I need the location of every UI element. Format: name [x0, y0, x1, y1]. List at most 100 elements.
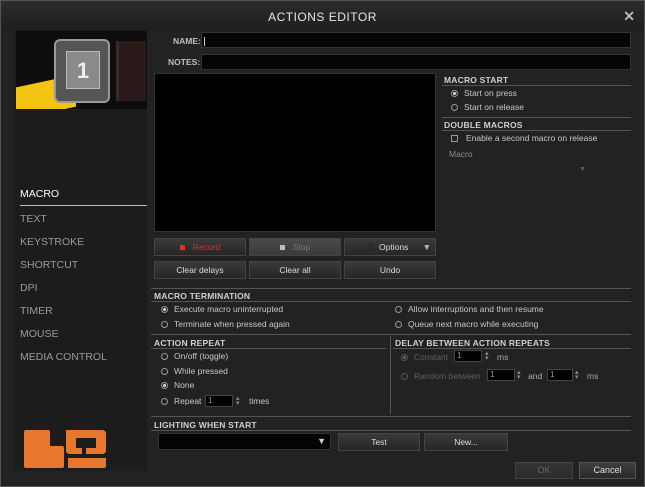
repeat-count-label: Repeat [174, 396, 202, 406]
notes-field[interactable] [201, 54, 631, 70]
macro-editor[interactable] [154, 73, 436, 232]
spinner-arrows-icon[interactable]: ▴ ▾ [485, 350, 489, 362]
start-on-press-radio[interactable]: Start on press [451, 88, 517, 98]
record-button[interactable]: Record [154, 238, 246, 256]
terminate-pressed-again-radio[interactable]: Terminate when pressed again [161, 319, 290, 329]
brand-logo [24, 430, 106, 468]
enable-second-macro-label: Enable a second macro on release [466, 133, 598, 143]
options-button[interactable]: Options ▼ [344, 238, 436, 256]
undo-button[interactable]: Undo [344, 261, 436, 279]
spinner-arrows-icon[interactable]: ▴ ▾ [575, 369, 579, 381]
divider [442, 117, 631, 118]
macro-dropdown-arrow-icon[interactable]: ▼ [579, 166, 586, 173]
repeat-none-label: None [174, 380, 195, 390]
nav-item-timer[interactable]: TIMER [20, 300, 147, 323]
allow-interruptions-radio[interactable]: Allow interruptions and then resume [395, 304, 544, 314]
execute-uninterrupted-radio[interactable]: Execute macro uninterrupted [161, 304, 283, 314]
repeat-none-radio[interactable]: None [161, 380, 194, 390]
macro-label: Macro [449, 149, 473, 159]
stop-icon [279, 245, 285, 250]
macro-termination-title: MACRO TERMINATION [154, 291, 251, 301]
repeat-count-spinner[interactable]: 1 [205, 395, 233, 407]
divider [151, 348, 386, 349]
divider [151, 334, 631, 335]
nav-item-dpi[interactable]: DPI [20, 277, 147, 300]
spinner-arrows-icon[interactable]: ▴ ▾ [236, 395, 240, 407]
notes-label: NOTES: [168, 57, 201, 67]
select-arrow-icon: ▼ [317, 436, 326, 446]
radio-icon [395, 306, 402, 313]
action-type-nav: MACRO TEXT KEYSTROKE SHORTCUT DPI TIMER … [20, 183, 147, 369]
radio-selected-icon [161, 306, 168, 313]
lighting-title: LIGHTING WHEN START [154, 420, 257, 430]
enable-second-macro-checkbox[interactable]: Enable a second macro on release [451, 133, 597, 143]
radio-icon [395, 321, 402, 328]
test-lighting-button[interactable]: Test [338, 433, 420, 451]
stop-label: Stop [292, 242, 311, 252]
radio-icon [451, 104, 458, 111]
close-icon[interactable]: ✕ [623, 8, 635, 25]
constant-delay-spinner[interactable]: 1 [454, 350, 482, 362]
name-field[interactable] [201, 32, 631, 48]
macro-start-title: MACRO START [444, 75, 509, 85]
nav-item-mouse[interactable]: MOUSE [20, 323, 147, 346]
ok-button[interactable]: OK [515, 462, 573, 479]
key-thumbnail: 1 [16, 31, 147, 109]
radio-selected-icon [161, 382, 168, 389]
random-delay-radio[interactable]: Random between [401, 371, 481, 381]
clear-delays-button[interactable]: Clear delays [154, 261, 246, 279]
stop-button[interactable]: Stop [249, 238, 341, 256]
nav-item-keystroke[interactable]: KEYSTROKE [20, 231, 147, 254]
lighting-select[interactable]: ▼ [158, 433, 331, 450]
repeat-count-radio[interactable]: Repeat [161, 396, 201, 406]
record-icon [179, 245, 185, 250]
radio-icon [401, 373, 408, 380]
record-label: Record [192, 242, 221, 252]
options-label: Options [379, 242, 409, 252]
radio-selected-icon [451, 90, 458, 97]
clear-all-button[interactable]: Clear all [249, 261, 341, 279]
divider [151, 416, 631, 417]
divider [442, 85, 631, 86]
queue-next-macro-radio[interactable]: Queue next macro while executing [395, 319, 538, 329]
cancel-button[interactable]: Cancel [579, 462, 636, 479]
start-on-release-radio[interactable]: Start on release [451, 102, 524, 112]
new-lighting-button[interactable]: New... [424, 433, 508, 451]
nav-item-macro[interactable]: MACRO [20, 183, 147, 206]
divider [151, 301, 631, 302]
options-icon [367, 243, 375, 251]
constant-delay-radio[interactable]: Constant [401, 352, 448, 362]
name-label: NAME: [173, 36, 201, 46]
random-ms-label: ms [587, 371, 599, 381]
radio-icon [161, 353, 168, 360]
options-arrow-icon: ▼ [422, 242, 431, 252]
radio-selected-icon [401, 354, 408, 361]
execute-uninterrupted-label: Execute macro uninterrupted [174, 304, 284, 314]
spinner-arrows-icon[interactable]: ▴ ▾ [517, 369, 521, 381]
action-repeat-title: ACTION REPEAT [154, 338, 226, 348]
allow-interruptions-label: Allow interruptions and then resume [408, 304, 544, 314]
divider [442, 130, 631, 131]
repeat-while-pressed-radio[interactable]: While pressed [161, 366, 228, 376]
nav-item-media-control[interactable]: MEDIA CONTROL [20, 346, 147, 369]
constant-label: Constant [414, 352, 449, 362]
and-label: and [528, 371, 543, 381]
delay-title: DELAY BETWEEN ACTION REPEATS [395, 338, 550, 348]
vertical-divider [390, 336, 391, 414]
nav-item-shortcut[interactable]: SHORTCUT [20, 254, 147, 277]
start-on-release-label: Start on release [464, 102, 525, 112]
nav-item-text[interactable]: TEXT [20, 208, 147, 231]
radio-icon [161, 321, 168, 328]
key-number: 1 [66, 51, 100, 89]
times-label: times [249, 396, 270, 406]
queue-next-macro-label: Queue next macro while executing [408, 319, 539, 329]
double-macros-title: DOUBLE MACROS [444, 120, 523, 130]
terminate-pressed-again-label: Terminate when pressed again [174, 319, 290, 329]
random-max-spinner[interactable]: 1 [547, 369, 573, 381]
radio-icon [161, 368, 168, 375]
divider [151, 288, 631, 289]
random-min-spinner[interactable]: 1 [487, 369, 515, 381]
divider [151, 430, 631, 431]
text-caret [204, 37, 205, 46]
repeat-toggle-radio[interactable]: On/off (toggle) [161, 351, 228, 361]
